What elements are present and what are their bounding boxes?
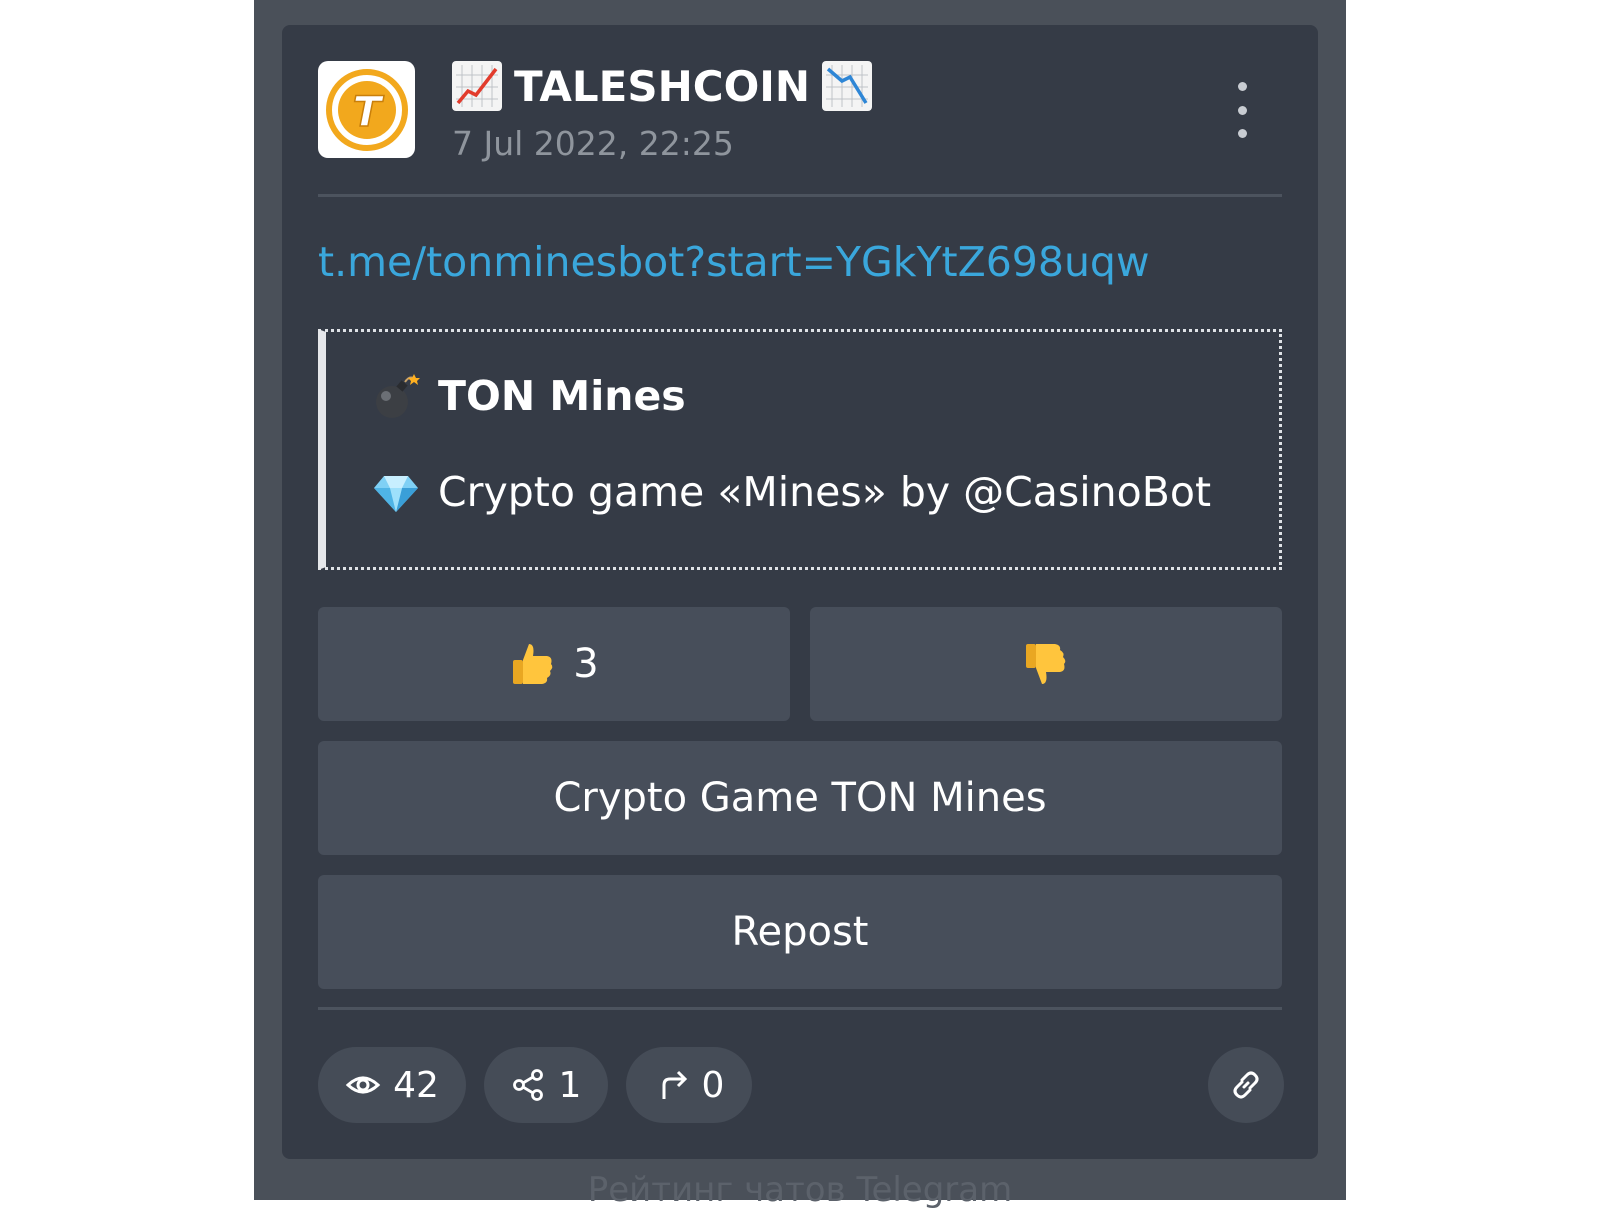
more-options-button[interactable] [1222, 82, 1262, 138]
gem-icon [374, 476, 418, 512]
eye-icon [345, 1076, 381, 1094]
views-counter[interactable]: 42 [318, 1047, 466, 1123]
avatar-letter: T [352, 87, 384, 136]
footer-text[interactable]: Рейтинг чатов Telegram [254, 1170, 1346, 1210]
copy-link-button[interactable] [1208, 1047, 1284, 1123]
forward-arrow-icon [662, 1070, 687, 1099]
crypto-game-label: Crypto Game TON Mines [553, 775, 1047, 821]
crypto-game-button[interactable]: Crypto Game TON Mines [318, 741, 1282, 855]
shares-count: 1 [558, 1064, 582, 1106]
chart-increasing-icon [452, 61, 502, 111]
like-count: 3 [573, 641, 599, 687]
coin-logo-icon: T [325, 68, 408, 151]
shares-counter[interactable]: 1 [484, 1047, 608, 1123]
post-link[interactable]: t.me/tonminesbot?start=YGkYtZ698uqw [318, 238, 1150, 286]
menu-dot-icon [1237, 129, 1247, 138]
preview-title: TON Mines [438, 372, 686, 420]
link-preview[interactable]: TON Mines Crypto game «Mines» by @Casino… [318, 329, 1282, 570]
menu-dot-icon [1237, 82, 1247, 91]
bomb-icon [376, 374, 420, 418]
chart-decreasing-icon [822, 61, 873, 111]
dislike-button[interactable] [810, 607, 1282, 721]
forwards-count: 0 [701, 1064, 725, 1106]
forwards-counter[interactable]: 0 [626, 1047, 752, 1123]
footer-divider [318, 1007, 1282, 1010]
channel-avatar[interactable]: T [318, 61, 415, 158]
thumbs-down-icon [1026, 644, 1066, 684]
header-divider [318, 194, 1282, 197]
preview-description: Crypto game «Mines» by @CasinoBot [438, 468, 1212, 516]
preview-title-row: TON Mines [372, 372, 686, 420]
preview-description-row: Crypto game «Mines» by @CasinoBot [372, 468, 1211, 516]
like-button[interactable]: 3 [318, 607, 790, 721]
thumbs-up-icon [513, 644, 553, 684]
channel-title[interactable]: TALESHCOIN [514, 62, 810, 111]
views-count: 42 [393, 1064, 439, 1106]
channel-header: TALESHCOIN [452, 56, 873, 116]
repost-label: Repost [731, 909, 869, 955]
share-icon [512, 1069, 543, 1101]
menu-dot-icon [1237, 105, 1247, 115]
link-icon [1233, 1071, 1259, 1099]
post-date: 7 Jul 2022, 22:25 [452, 124, 734, 163]
repost-button[interactable]: Repost [318, 875, 1282, 989]
